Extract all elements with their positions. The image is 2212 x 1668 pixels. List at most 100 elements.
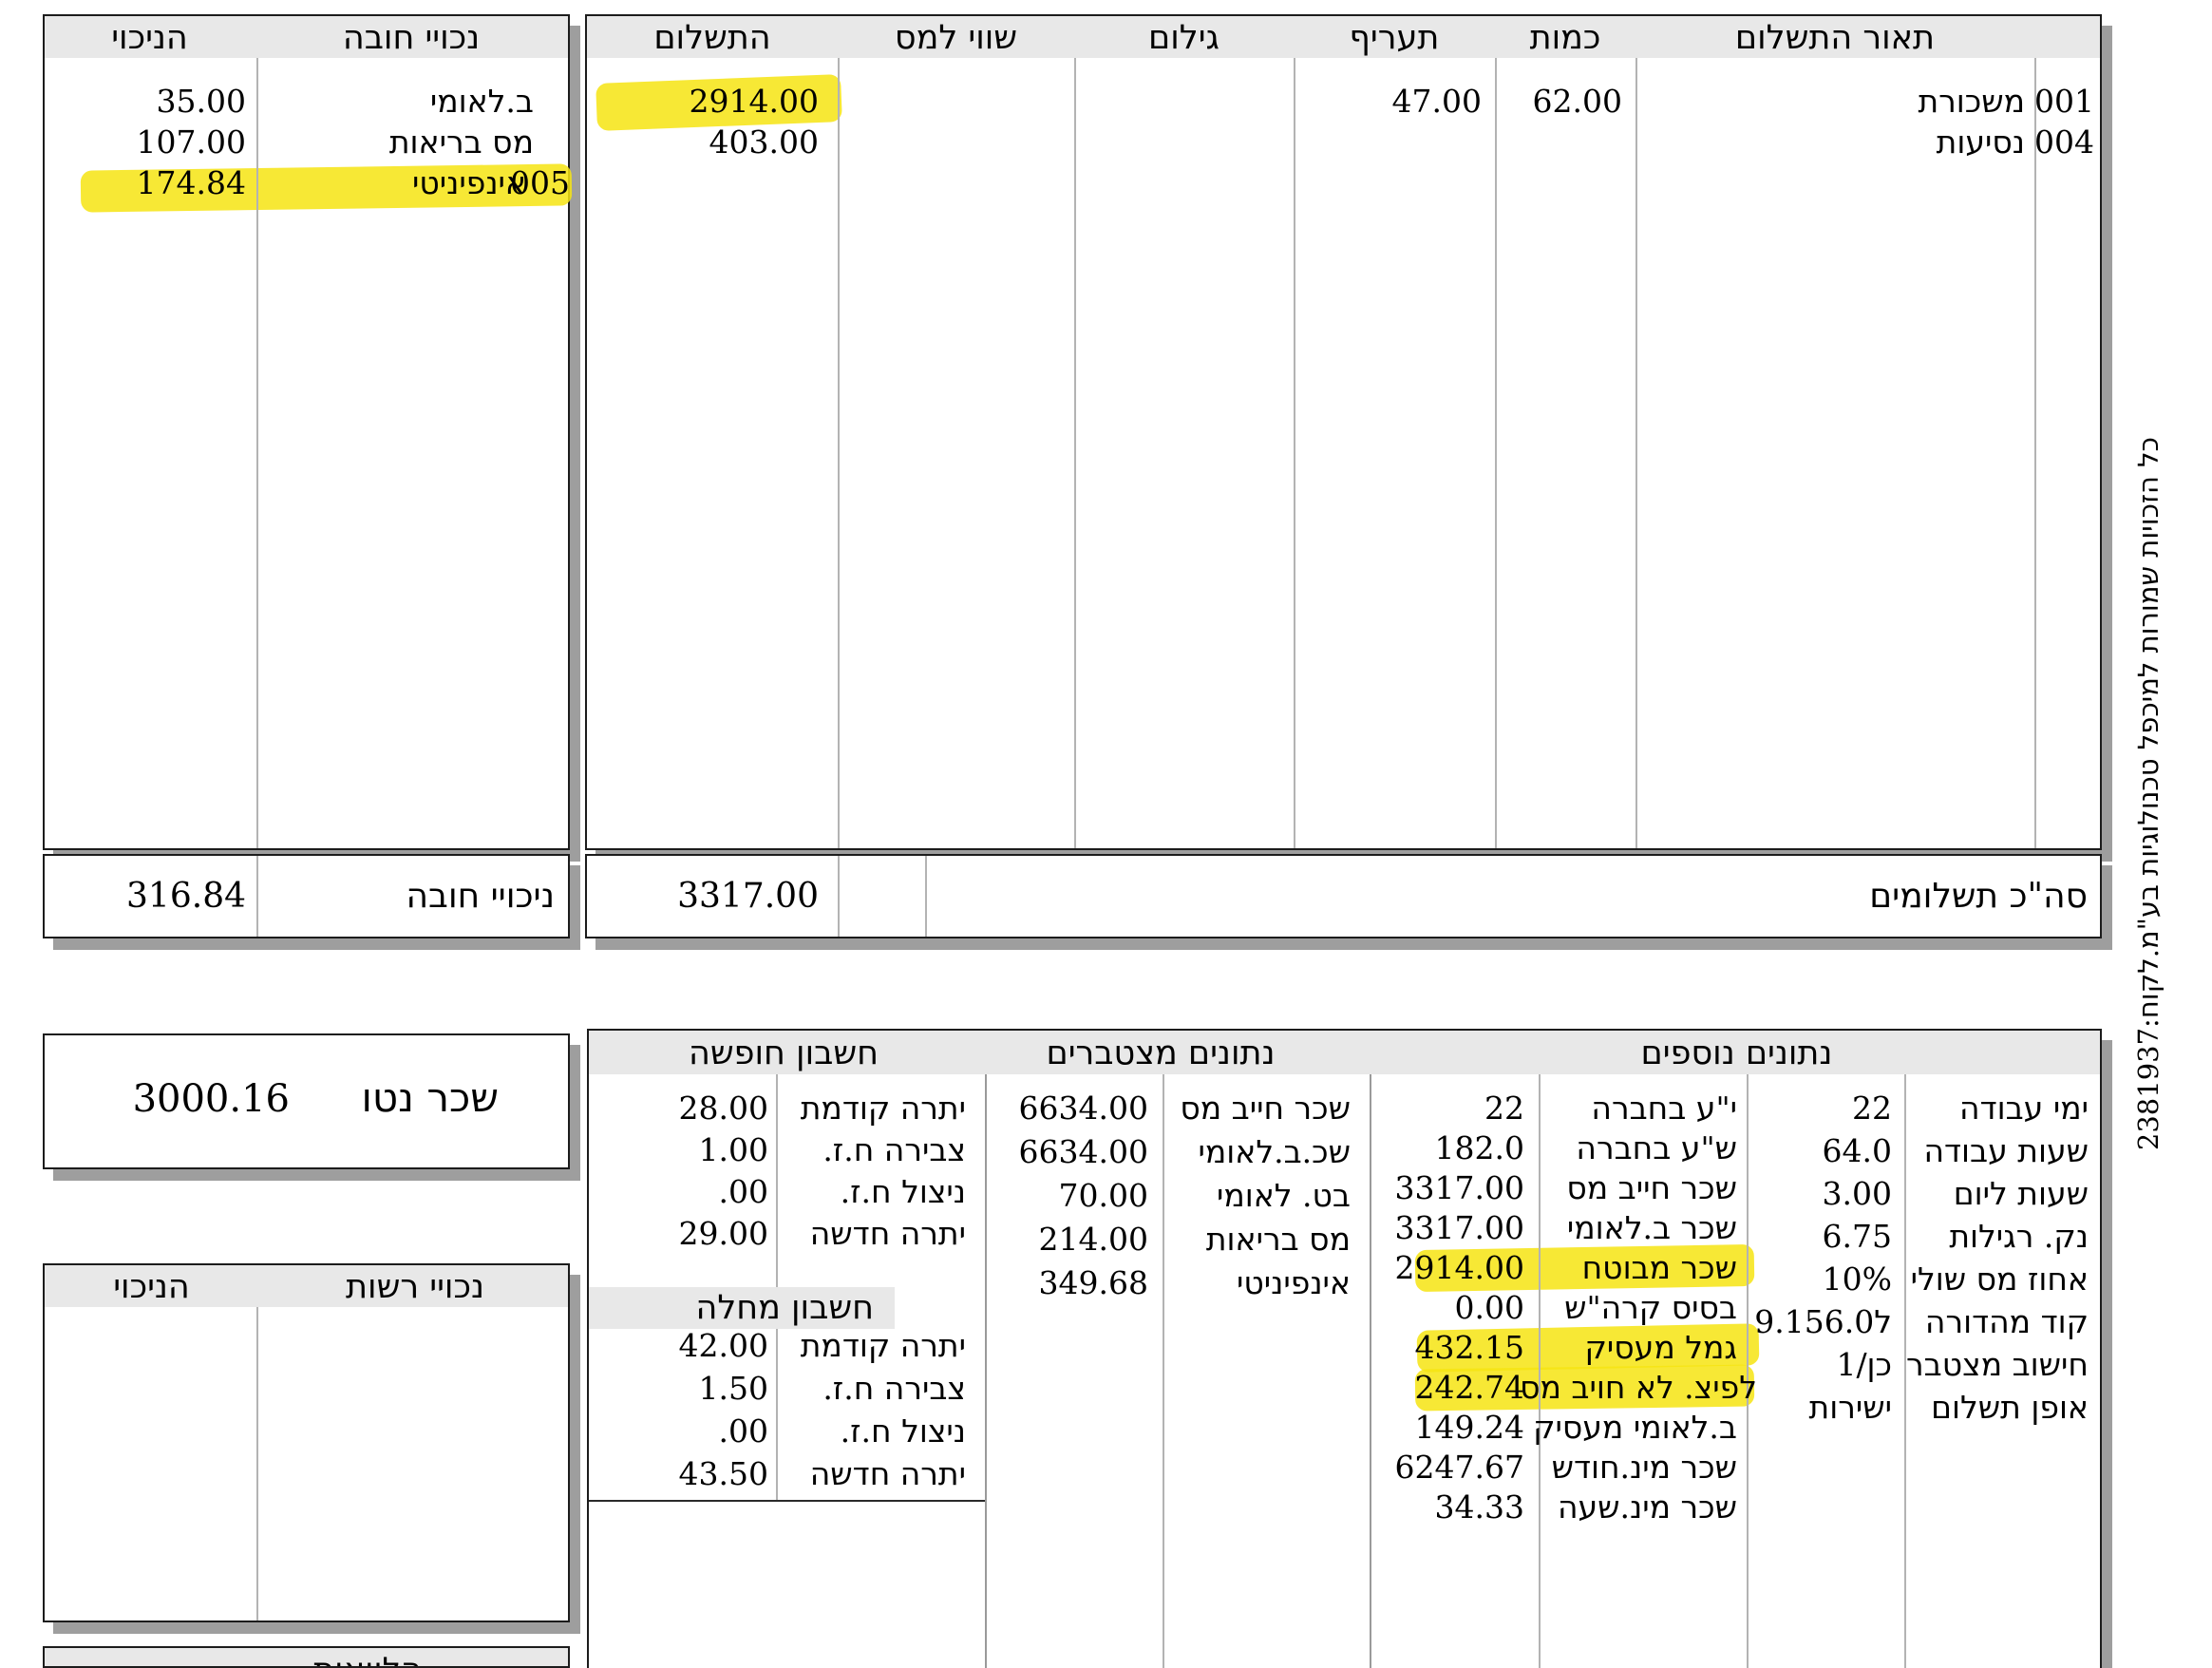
- vacation-section-title: חשבון חופשה: [589, 1031, 978, 1074]
- additional-value: 10%: [1747, 1259, 1892, 1300]
- vacation-value: 29.00: [589, 1213, 768, 1255]
- additional-label: אופן תשלום: [1904, 1387, 2089, 1429]
- column-divider: [1495, 58, 1497, 848]
- additional-value: ישירות: [1747, 1387, 1892, 1429]
- additional-value: 242.74: [1370, 1367, 1524, 1409]
- additional-label: ב.לאומי מעסיק: [1539, 1407, 1737, 1449]
- deduction-code: 005: [510, 162, 562, 204]
- additional-label: שעות ליום: [1904, 1173, 2089, 1215]
- additional-label: ימי עבודה: [1904, 1088, 2089, 1129]
- additional-value: 34.33: [1370, 1487, 1524, 1528]
- sick-label: ניצול ח.ז.: [776, 1411, 966, 1452]
- column-divider: [925, 856, 927, 937]
- additional-value: ל9.156.0: [1747, 1301, 1892, 1343]
- cumulative-value: 214.00: [985, 1219, 1148, 1260]
- additional-label: בסיס קרה"ש: [1539, 1287, 1737, 1329]
- additional-label: אחוז מס שולי: [1904, 1259, 2089, 1300]
- bottom-data-table: חשבון חופשה נתונים מצטברים נתונים נוספים…: [587, 1029, 2102, 1668]
- vacation-label: יתרה קודמת: [776, 1088, 966, 1129]
- additional-label: לפיצ. לא חויב מס: [1539, 1367, 1757, 1409]
- additional-label: קוד מהדורה: [1904, 1301, 2089, 1343]
- tax-value-column-header: שווי למס: [838, 16, 1074, 58]
- payment-rate: 47.00: [1294, 81, 1482, 123]
- cumulative-label: מס בריאות: [1163, 1219, 1351, 1260]
- additional-value: 3.00: [1747, 1173, 1892, 1215]
- net-pay-amount: 3000.16: [83, 1075, 290, 1123]
- additional-label: חישוב מצטבר: [1904, 1344, 2089, 1386]
- mandatory-amount-column-header: הניכוי: [45, 16, 255, 58]
- optional-deductions-title: נכויי רשות: [258, 1265, 572, 1307]
- additional-value: 6.75: [1747, 1216, 1892, 1258]
- deduction-amount: 107.00: [45, 122, 246, 163]
- payment-code: 004: [2034, 122, 2089, 163]
- additional-value: 22: [1370, 1088, 1524, 1129]
- payment-quantity: 62.00: [1495, 81, 1622, 123]
- mandatory-total-amount: 316.84: [45, 876, 246, 918]
- payment-amount: 2914.00: [587, 81, 819, 123]
- grossup-column-header: גילום: [1074, 16, 1294, 58]
- additional-label: שכר ב.לאומי: [1539, 1207, 1737, 1249]
- sick-label: צבירה ח.ז.: [776, 1368, 966, 1410]
- additional-value: 3317.00: [1370, 1207, 1524, 1249]
- sick-value: .00: [589, 1411, 768, 1452]
- sick-value: 42.00: [589, 1325, 768, 1367]
- payment-description: נסיעות: [1635, 122, 2025, 163]
- additional-label: שכר מינ.שעה: [1539, 1487, 1737, 1528]
- payments-total-label: סה"כ תשלומים: [1632, 876, 2088, 918]
- payments-total-amount: 3317.00: [587, 876, 819, 918]
- clipped-next-section-header: הלוואות: [43, 1646, 570, 1668]
- description-column-header: תאור התשלום: [1635, 16, 2034, 58]
- payments-table: התשלום שווי למס גילום תעריף כמות תאור הת…: [585, 14, 2102, 850]
- additional-label: גמל מעסיק: [1539, 1327, 1737, 1369]
- additional-label: נק. רגילות: [1904, 1216, 2089, 1258]
- additional-value: 22: [1747, 1088, 1892, 1129]
- cumulative-value: 6634.00: [985, 1131, 1148, 1173]
- column-divider: [1635, 58, 1637, 848]
- net-pay-box: שכר נטו 3000.16: [43, 1033, 570, 1169]
- cumulative-value: 349.68: [985, 1262, 1148, 1304]
- quantity-column-header: כמות: [1495, 16, 1635, 58]
- vacation-value: 1.00: [589, 1129, 768, 1171]
- sick-value: 43.50: [589, 1453, 768, 1495]
- sick-value: 1.50: [589, 1368, 768, 1410]
- cumulative-value: 6634.00: [985, 1088, 1148, 1129]
- cumulative-label: שכר חייב מס: [1163, 1088, 1351, 1129]
- sick-label: יתרה קודמת: [776, 1325, 966, 1367]
- deduction-amount: 35.00: [45, 81, 246, 123]
- column-divider: [1294, 58, 1295, 848]
- cumulative-section-title: נתונים מצטברים: [985, 1031, 1336, 1074]
- optional-amount-column-header: הניכוי: [45, 1265, 258, 1307]
- additional-value: 149.24: [1370, 1407, 1524, 1449]
- deduction-amount: 174.84: [45, 162, 246, 204]
- sick-section-title: חשבון מחלה: [589, 1287, 874, 1329]
- additional-value: כן/1: [1747, 1344, 1892, 1386]
- vacation-label: יתרה חדשה: [776, 1213, 966, 1255]
- additional-value: 432.15: [1370, 1327, 1524, 1369]
- column-divider: [1074, 58, 1076, 848]
- section-bottom-border: [589, 1500, 985, 1502]
- additional-value: 6247.67: [1370, 1447, 1524, 1488]
- additional-value: 2914.00: [1370, 1247, 1524, 1289]
- mandatory-total-label: ניכויי חובה: [258, 876, 555, 918]
- payments-total-row: 3317.00 סה"כ תשלומים: [585, 854, 2102, 938]
- mandatory-deductions-title: נכויי חובה: [255, 16, 568, 58]
- additional-label: ש"ע בחברה: [1539, 1128, 1737, 1169]
- cumulative-label: שכ.ב.לאומי: [1163, 1131, 1351, 1173]
- additional-label: שכר חייב מס: [1539, 1167, 1737, 1209]
- column-divider: [838, 58, 840, 848]
- additional-section-title: נתונים נוספים: [1370, 1031, 2104, 1074]
- additional-label: שכר מבוטח: [1539, 1247, 1737, 1289]
- additional-label: שכר מינ.חודש: [1539, 1447, 1737, 1488]
- column-divider: [838, 856, 840, 937]
- vacation-value: 28.00: [589, 1088, 768, 1129]
- mandatory-deductions-total-row: 316.84 ניכויי חובה: [43, 854, 570, 938]
- copyright-side-note: כל הזכויות שמורות למיכפל טכנולוגיות בע"מ…: [2130, 437, 2166, 1113]
- column-divider: [256, 1307, 258, 1621]
- rate-column-header: תעריף: [1294, 16, 1495, 58]
- mandatory-deductions-table: הניכוי נכויי חובה 35.00 ב.לאומי 107.00 מ…: [43, 14, 570, 850]
- cumulative-label: בט. לאומי: [1163, 1175, 1351, 1217]
- payment-description: משכורת: [1635, 81, 2025, 123]
- additional-label: י"ע בחברה: [1539, 1088, 1737, 1129]
- vacation-label: ניצול ח.ז.: [776, 1171, 966, 1213]
- cumulative-value: 70.00: [985, 1175, 1148, 1217]
